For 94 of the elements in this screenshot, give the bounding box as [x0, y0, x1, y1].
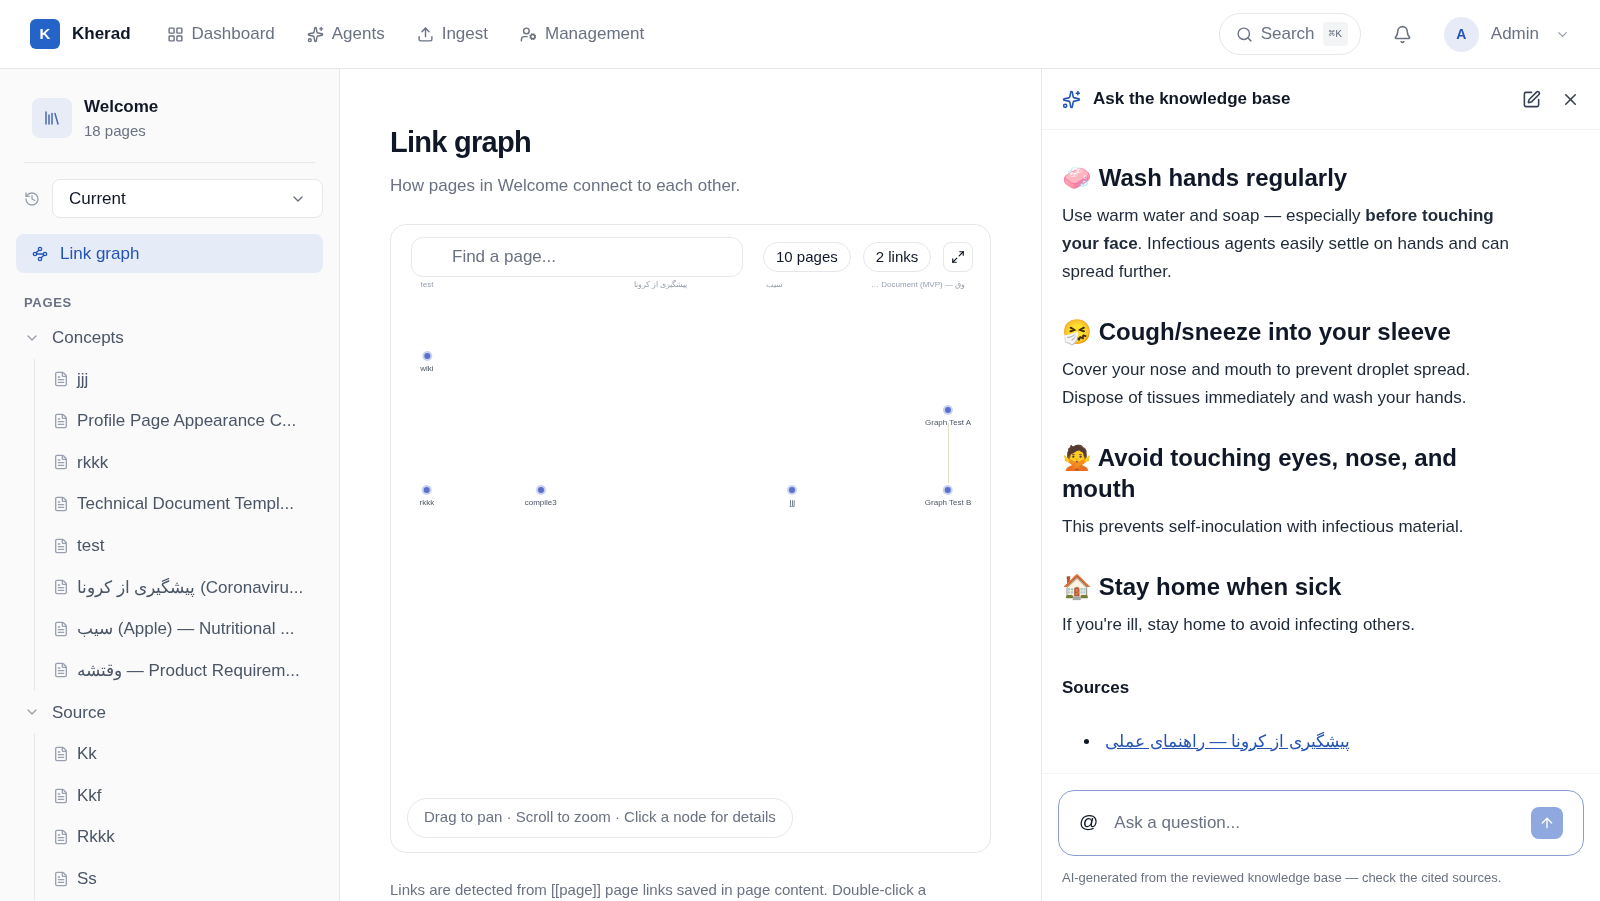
node-label: wiki	[420, 363, 434, 375]
answer-paragraph: This prevents self-inoculation with infectious material.	[1062, 516, 1465, 538]
space-page-count: 18 pages	[84, 120, 147, 141]
answer-heading: 🏠 Stay home when sick	[1062, 572, 1343, 602]
graph-node[interactable]	[945, 407, 952, 413]
document-icon	[53, 662, 69, 679]
node-label: Graph Test B	[924, 497, 972, 509]
question-box[interactable]: @ Ask a question...	[1058, 789, 1584, 856]
graph-icon	[32, 245, 48, 262]
grid-icon	[166, 25, 184, 43]
tree-page[interactable]: Kkf	[45, 774, 323, 817]
nav-link[interactable]: Agents	[306, 21, 385, 47]
tree-page[interactable]: test	[45, 524, 323, 567]
tree-page[interactable]: Profile Page Appearance C...	[45, 400, 323, 442]
space-title: Welcome	[84, 96, 159, 118]
link-line	[948, 423, 950, 483]
graph-node[interactable]	[423, 487, 430, 493]
sparkles-icon	[1062, 89, 1081, 109]
node-label: jjj	[789, 497, 795, 509]
document-icon	[53, 870, 69, 887]
pages-count-badge: 10 pages	[763, 242, 851, 272]
tree-page[interactable]: سیب (Apple) — Nutritional ...	[45, 608, 323, 650]
document-icon	[53, 412, 69, 429]
new-chat-icon[interactable]	[1522, 89, 1541, 109]
expand-icon	[951, 250, 966, 264]
node-label: compile3	[524, 497, 557, 509]
nav-link[interactable]: Ingest	[416, 21, 488, 47]
sources-label: Sources	[1062, 677, 1131, 699]
answer-paragraph: Cover your nose and mouth to prevent droplet spread. Dispose of tissues immediately and wash your hands.	[1062, 359, 1472, 409]
node-label: پیشگیری از کرونا	[633, 279, 688, 291]
notification-bell-icon[interactable]	[1392, 24, 1412, 44]
document-icon	[53, 371, 69, 388]
mention-button[interactable]: @	[1079, 808, 1099, 837]
node-label: Graph Test A	[925, 417, 972, 429]
answer-paragraph: Use warm water and soap — especially before touching your face. Infectious agents easily settle on hands and can spread further.	[1062, 205, 1510, 283]
upload-icon	[416, 25, 434, 43]
document-icon	[53, 454, 69, 471]
tree-page[interactable]: Technical Document Templ...	[45, 483, 323, 525]
user-gear-icon	[520, 25, 537, 43]
document-icon	[53, 787, 69, 804]
nav-link[interactable]: Management	[520, 21, 645, 47]
footer-note: Links are detected from [[page]] page links saved in page content. Double-click a	[390, 879, 928, 900]
sparkles-icon	[306, 25, 324, 43]
document-icon	[53, 537, 69, 554]
tree-page[interactable]: Kk	[45, 733, 323, 775]
nav-link[interactable]: Dashboard	[166, 21, 275, 47]
document-icon	[53, 496, 69, 513]
section-label: PAGES	[23, 294, 73, 312]
fullscreen-button[interactable]	[943, 242, 974, 272]
tree-page[interactable]: jjj	[45, 358, 323, 401]
question-field[interactable]: Ask a question...	[1114, 809, 1515, 836]
bullet-icon	[1084, 738, 1089, 744]
node-label: سیب	[765, 279, 783, 291]
tree-folder[interactable]: Concepts	[8, 316, 323, 359]
answer-heading: 🧼 Wash hands regularly	[1062, 163, 1349, 193]
tree-folder[interactable]: Source	[8, 691, 323, 734]
version-select[interactable]: Current	[52, 179, 323, 218]
answer-heading: 🤧 Cough/sneeze into your sleeve	[1062, 317, 1452, 347]
shortcut-badge: ⌘K	[1322, 21, 1348, 47]
document-icon	[53, 579, 69, 596]
tree-page[interactable]: rkkk	[45, 441, 323, 484]
page-title: Link graph	[390, 125, 532, 160]
disclaimer-text: AI-generated from the reviewed knowledge base — check the cited sources.	[1061, 868, 1503, 887]
tree-page[interactable]: Rkkk	[45, 816, 323, 859]
search-icon	[1235, 25, 1253, 43]
graph-node[interactable]	[789, 487, 796, 493]
node-label: rkkk	[419, 497, 435, 509]
node-label: test	[420, 279, 434, 291]
tree-page[interactable]: پیشگیری از کرونا (Coronaviru...	[45, 566, 323, 609]
answer-heading: 🙅 Avoid touching eyes, nose, and mouth	[1062, 443, 1458, 504]
node-label: … Document (MVP) — وق	[871, 279, 966, 291]
graph-node[interactable]	[945, 487, 952, 493]
tree-page[interactable]: Ss	[45, 858, 323, 900]
document-icon	[53, 746, 69, 763]
links-count-badge: 2 links	[862, 242, 932, 272]
tree-page[interactable]: وقتشه — Product Requirem...	[45, 649, 323, 692]
page-search-field[interactable]: Find a page...	[411, 237, 743, 277]
library-icon	[32, 98, 72, 138]
graph-node[interactable]	[423, 353, 430, 359]
graph-node[interactable]	[537, 487, 544, 493]
history-icon[interactable]	[24, 190, 40, 207]
document-icon	[53, 620, 69, 637]
panel-title: Ask the knowledge base	[1093, 88, 1291, 111]
link-graph-nav-item[interactable]: Link graph	[16, 234, 323, 273]
hint-pill: Drag to pan · Scroll to zoom · Click a node for details	[407, 797, 793, 838]
send-button[interactable]	[1531, 806, 1563, 839]
document-icon	[53, 829, 69, 846]
user-name: Admin	[1490, 23, 1539, 46]
answer-paragraph: If you're ill, stay home to avoid infecting others.	[1062, 614, 1416, 636]
page-subtitle: How pages in Welcome connect to each other.	[390, 174, 742, 197]
source-link[interactable]: پیشگیری از کرونا — راهنمای عملی	[1105, 728, 1350, 754]
logo-icon[interactable]: K	[30, 19, 60, 49]
user-avatar[interactable]: A	[1443, 16, 1479, 52]
brand-name: Kherad	[72, 23, 131, 46]
